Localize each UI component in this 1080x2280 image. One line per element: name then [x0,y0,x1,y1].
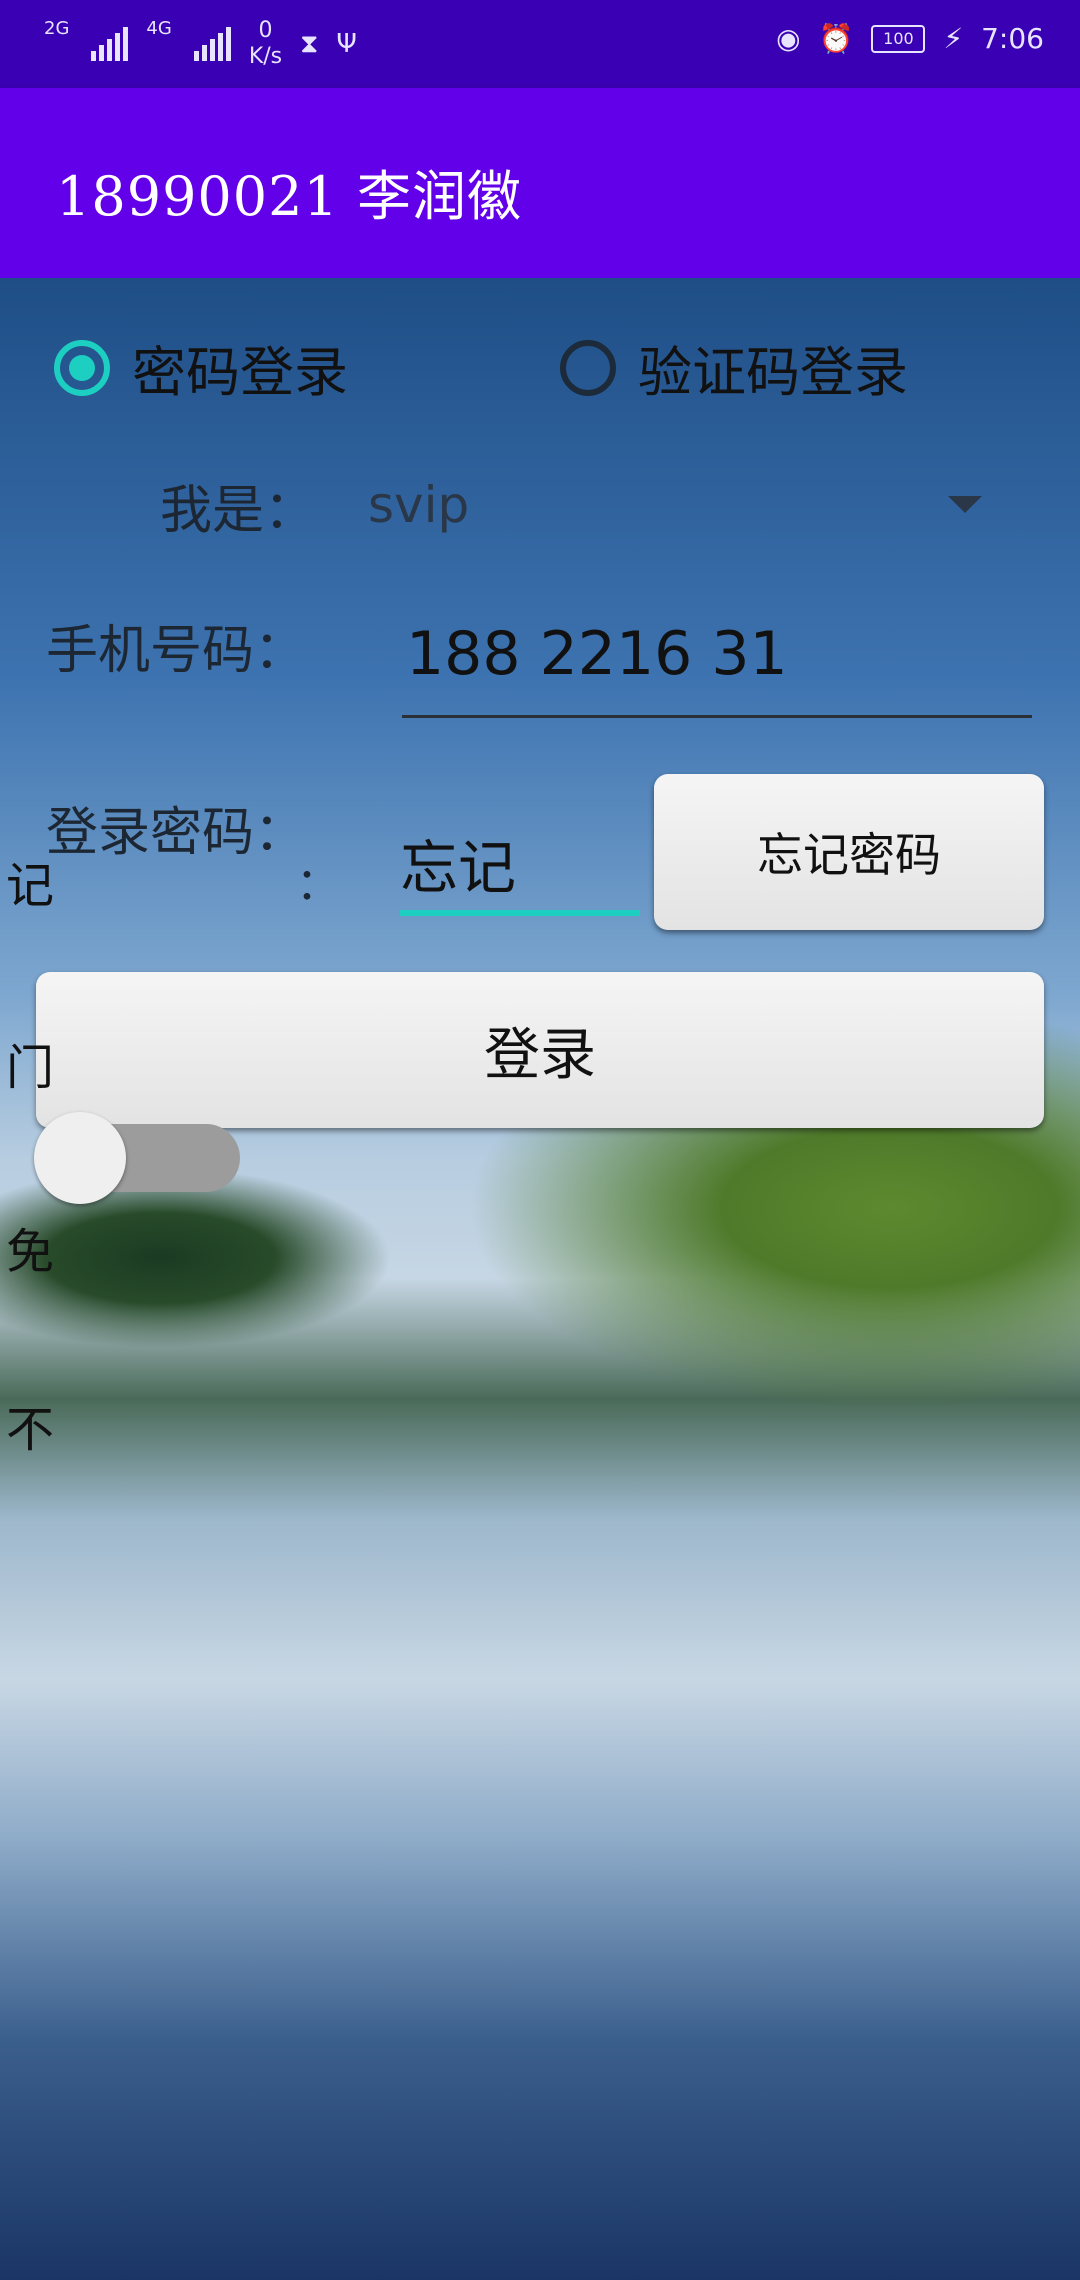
overlap-colon: ： [296,859,340,910]
overlap-text-fragment: 记 [6,858,55,914]
radio-unchecked-icon [560,339,616,396]
phone-label: 手机号码： [46,621,307,681]
overlap-text-fragment: 不 [6,1402,55,1458]
phone-input[interactable]: 188 2216 31 [402,608,1032,718]
overlap-text-fragment: 免 [6,1224,55,1280]
usb-icon: Ψ [336,29,357,59]
hourglass-icon: ⧗ [300,28,319,59]
password-label: 登录密码： [46,803,307,863]
charging-icon: ⚡ [943,22,964,55]
app-bar: 18990021 李润徽 [0,88,1080,278]
network-type-2g: 2G [44,18,70,39]
speed-value: 0 [258,18,273,43]
signal-icon-2 [193,27,231,61]
radio-password-login[interactable]: 密码登录 [54,328,348,407]
remember-password-switch[interactable] [34,1112,240,1204]
role-label: 我是： [160,481,317,541]
speed-unit: K/s [248,44,283,69]
dropdown-arrow-icon [948,496,982,513]
password-input[interactable]: 忘记 [400,818,640,916]
forgot-password-button[interactable]: 忘记密码 [654,774,1044,930]
switch-thumb [34,1112,126,1204]
clock-time: 7:06 [981,22,1044,55]
eye-icon: ◉ [776,22,801,55]
login-mode-radio-group: 密码登录 验证码登录 [0,320,1080,410]
radio-password-login-label: 密码登录 [132,341,348,404]
radio-sms-login-label: 验证码登录 [638,341,908,404]
radio-sms-login[interactable]: 验证码登录 [560,328,908,407]
signal-icon [91,27,129,61]
network-type-4g: 4G [146,18,172,39]
login-button[interactable]: 登录 [36,972,1044,1128]
network-speed: 0 K/s [249,18,282,70]
alarm-icon: ⏰ [818,22,854,55]
role-spinner-value: svip [368,476,470,534]
battery-icon: 100 [871,24,926,53]
status-bar: 2G 4G 0 K/s ⧗ Ψ ◉ ⏰ 100 ⚡ 7:06 [0,0,1080,88]
lake-background-image [0,278,1080,2280]
page-title: 18990021 李润徽 [56,165,523,228]
radio-checked-icon [54,339,110,396]
overlap-text-fragment: 门 [6,1040,55,1096]
